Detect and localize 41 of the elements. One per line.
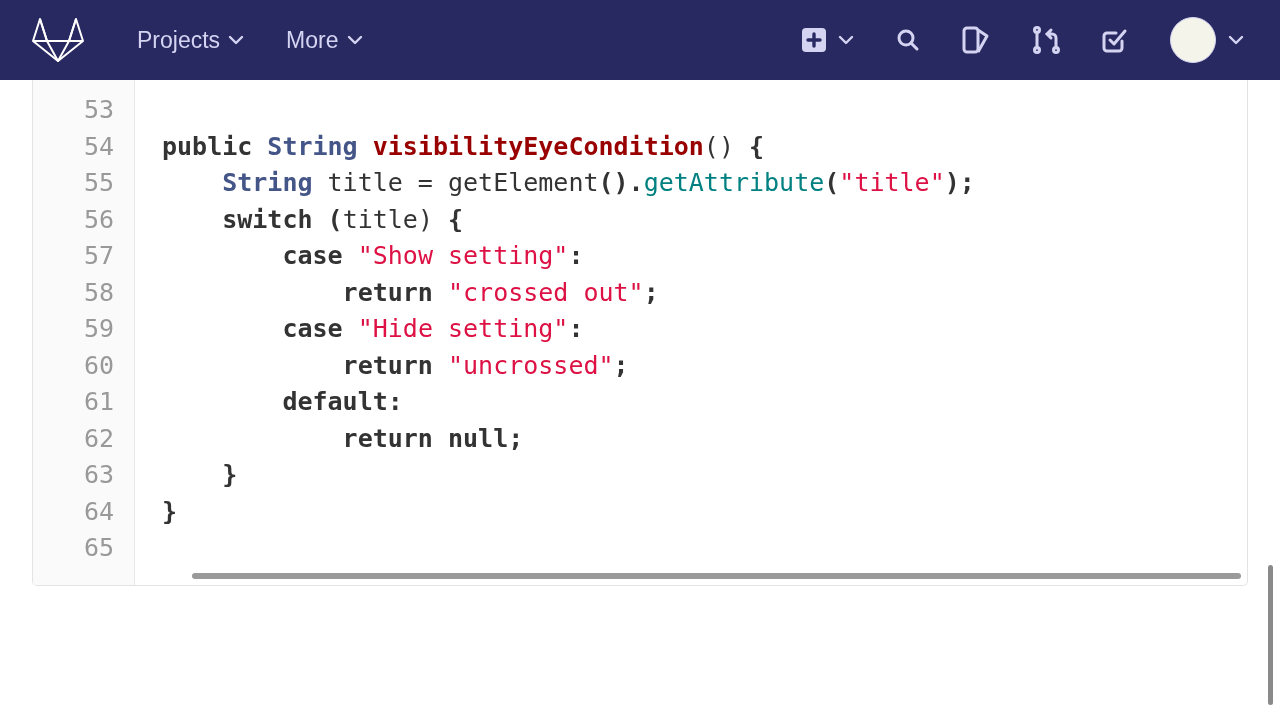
line-number: 57	[82, 240, 115, 272]
code-line: }	[162, 495, 178, 528]
code-line: }	[221, 459, 238, 491]
document-icon[interactable]	[962, 26, 990, 54]
code-line: public String visibilityEyeCondition() {	[162, 130, 765, 163]
line-number: 59	[82, 313, 115, 345]
logo-icon[interactable]	[31, 17, 85, 63]
new-menu-button[interactable]	[802, 28, 854, 52]
line-number: 64	[82, 495, 115, 528]
nav-menu-button[interactable]: Projects	[137, 26, 245, 54]
chevron-down-icon	[228, 35, 245, 45]
code-line: return "crossed out";	[341, 276, 659, 309]
line-number: 65	[82, 532, 115, 564]
search-icon[interactable]	[896, 28, 920, 52]
scrollbar-thumb[interactable]	[192, 573, 1241, 579]
line-number: 63	[82, 459, 115, 491]
user-menu-button[interactable]	[1170, 17, 1244, 63]
line-number: 56	[82, 203, 115, 236]
code-line: String title = getElement().getAttribute("title");	[221, 167, 975, 199]
code-line: default:	[281, 386, 403, 418]
line-number: 58	[82, 276, 115, 309]
line-number: 53	[82, 94, 115, 126]
code-line: return "uncrossed";	[341, 349, 629, 382]
code-line: return null;	[341, 422, 524, 455]
code-line: case "Show setting":	[281, 240, 584, 272]
plus-square-icon	[802, 28, 826, 52]
code-line: case "Hide setting":	[281, 313, 584, 345]
chevron-down-icon	[346, 35, 363, 45]
chevron-down-icon	[1228, 35, 1244, 45]
line-number: 62	[82, 422, 115, 455]
line-number: 60	[82, 349, 115, 382]
line-number: 55	[82, 167, 115, 199]
line-number: 54	[82, 130, 115, 163]
nav-menu-button[interactable]: More	[286, 26, 363, 54]
avatar	[1170, 17, 1216, 63]
chevron-down-icon	[838, 35, 854, 45]
scrollbar-thumb[interactable]	[1268, 565, 1273, 705]
checkbox-todo-icon[interactable]	[1102, 27, 1128, 53]
code-line: switch (title) {	[221, 203, 464, 236]
merge-request-icon[interactable]	[1032, 26, 1060, 54]
line-number: 61	[82, 386, 115, 418]
